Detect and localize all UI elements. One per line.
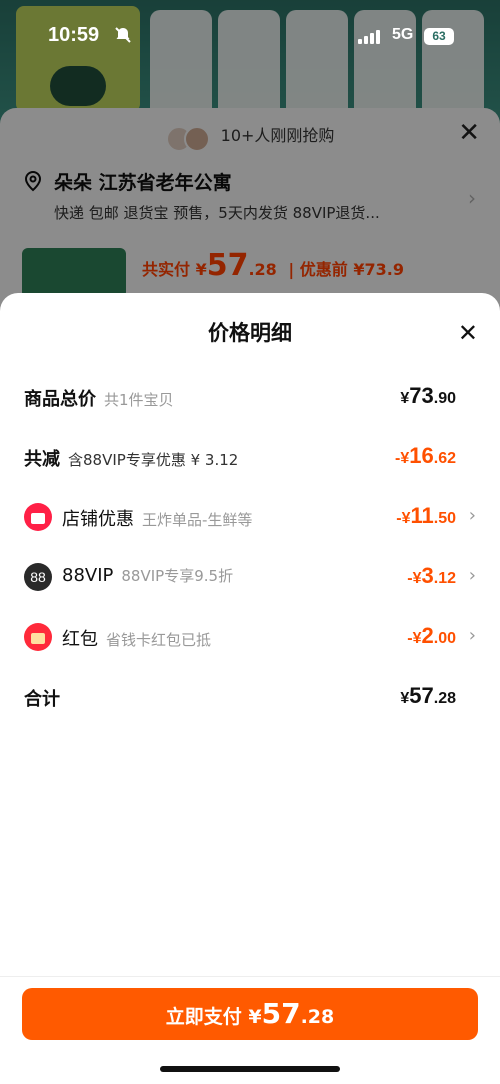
grand-total-amount: ¥57.28 <box>400 683 456 708</box>
row-grand-total: 合计 ¥57.28 <box>24 683 456 710</box>
home-indicator <box>160 1066 340 1072</box>
close-icon[interactable]: ✕ <box>458 319 478 347</box>
store-discount-amount: -¥11.50 <box>396 503 456 528</box>
red-packet-icon <box>24 623 52 651</box>
pay-now-button[interactable]: 立即支付 ¥57.28 <box>22 988 478 1040</box>
silent-bell-icon <box>114 26 132 48</box>
red-packet-amount: -¥2.00 <box>407 623 456 648</box>
store-icon <box>24 503 52 531</box>
chevron-right-icon[interactable]: › <box>469 505 476 526</box>
buyer-avatars <box>165 125 210 152</box>
recent-buyers: 10+人刚刚抢购 <box>0 122 500 152</box>
row-total-discount: 共减 含88VIP专享优惠 ¥ 3.12 -¥16.62 <box>24 443 456 470</box>
address-name[interactable]: 朵朵 江苏省老年公寓 <box>54 168 232 195</box>
vip-discount-amount: -¥3.12 <box>407 563 456 588</box>
close-icon[interactable]: ✕ <box>458 118 480 148</box>
divider <box>0 976 500 977</box>
row-red-packet[interactable]: 红包 省钱卡红包已抵 -¥2.00 › <box>0 617 500 657</box>
signal-icon <box>358 30 382 44</box>
status-bar: 10:59 5G 63 <box>0 0 500 76</box>
row-total-goods: 商品总价 共1件宝贝 ¥73.90 <box>24 383 456 410</box>
battery-icon: 63 <box>424 28 454 45</box>
sheet-title: 价格明细 <box>208 321 292 345</box>
location-icon <box>24 170 42 192</box>
row-88vip[interactable]: 88 88VIP 88VIP专享9.5折 -¥3.12 › <box>0 557 500 597</box>
chevron-right-icon[interactable]: › <box>469 625 476 646</box>
actual-pay-summary: 共实付 ¥57.28 | 优惠前 ¥73.9 <box>142 248 404 283</box>
chevron-right-icon[interactable]: › <box>469 565 476 586</box>
vip-badge-icon: 88 <box>24 563 52 591</box>
chevron-right-icon[interactable]: › <box>468 186 476 210</box>
network-type: 5G <box>392 26 414 43</box>
price-detail-sheet: 价格明细 ✕ 商品总价 共1件宝贝 ¥73.90 共减 含88VIP专享优惠 ¥ 3… <box>0 293 500 1084</box>
product-thumbnail <box>22 248 126 298</box>
goods-total-amount: ¥73.90 <box>400 383 456 408</box>
row-store-discount[interactable]: 店铺优惠 王炸单品-生鲜等 -¥11.50 › <box>0 497 500 537</box>
status-time: 10:59 <box>48 24 100 46</box>
total-discount-amount: -¥16.62 <box>395 443 456 468</box>
service-tags: 快递 包邮 退货宝 预售，5天内发货 88VIP退货... <box>54 204 380 222</box>
